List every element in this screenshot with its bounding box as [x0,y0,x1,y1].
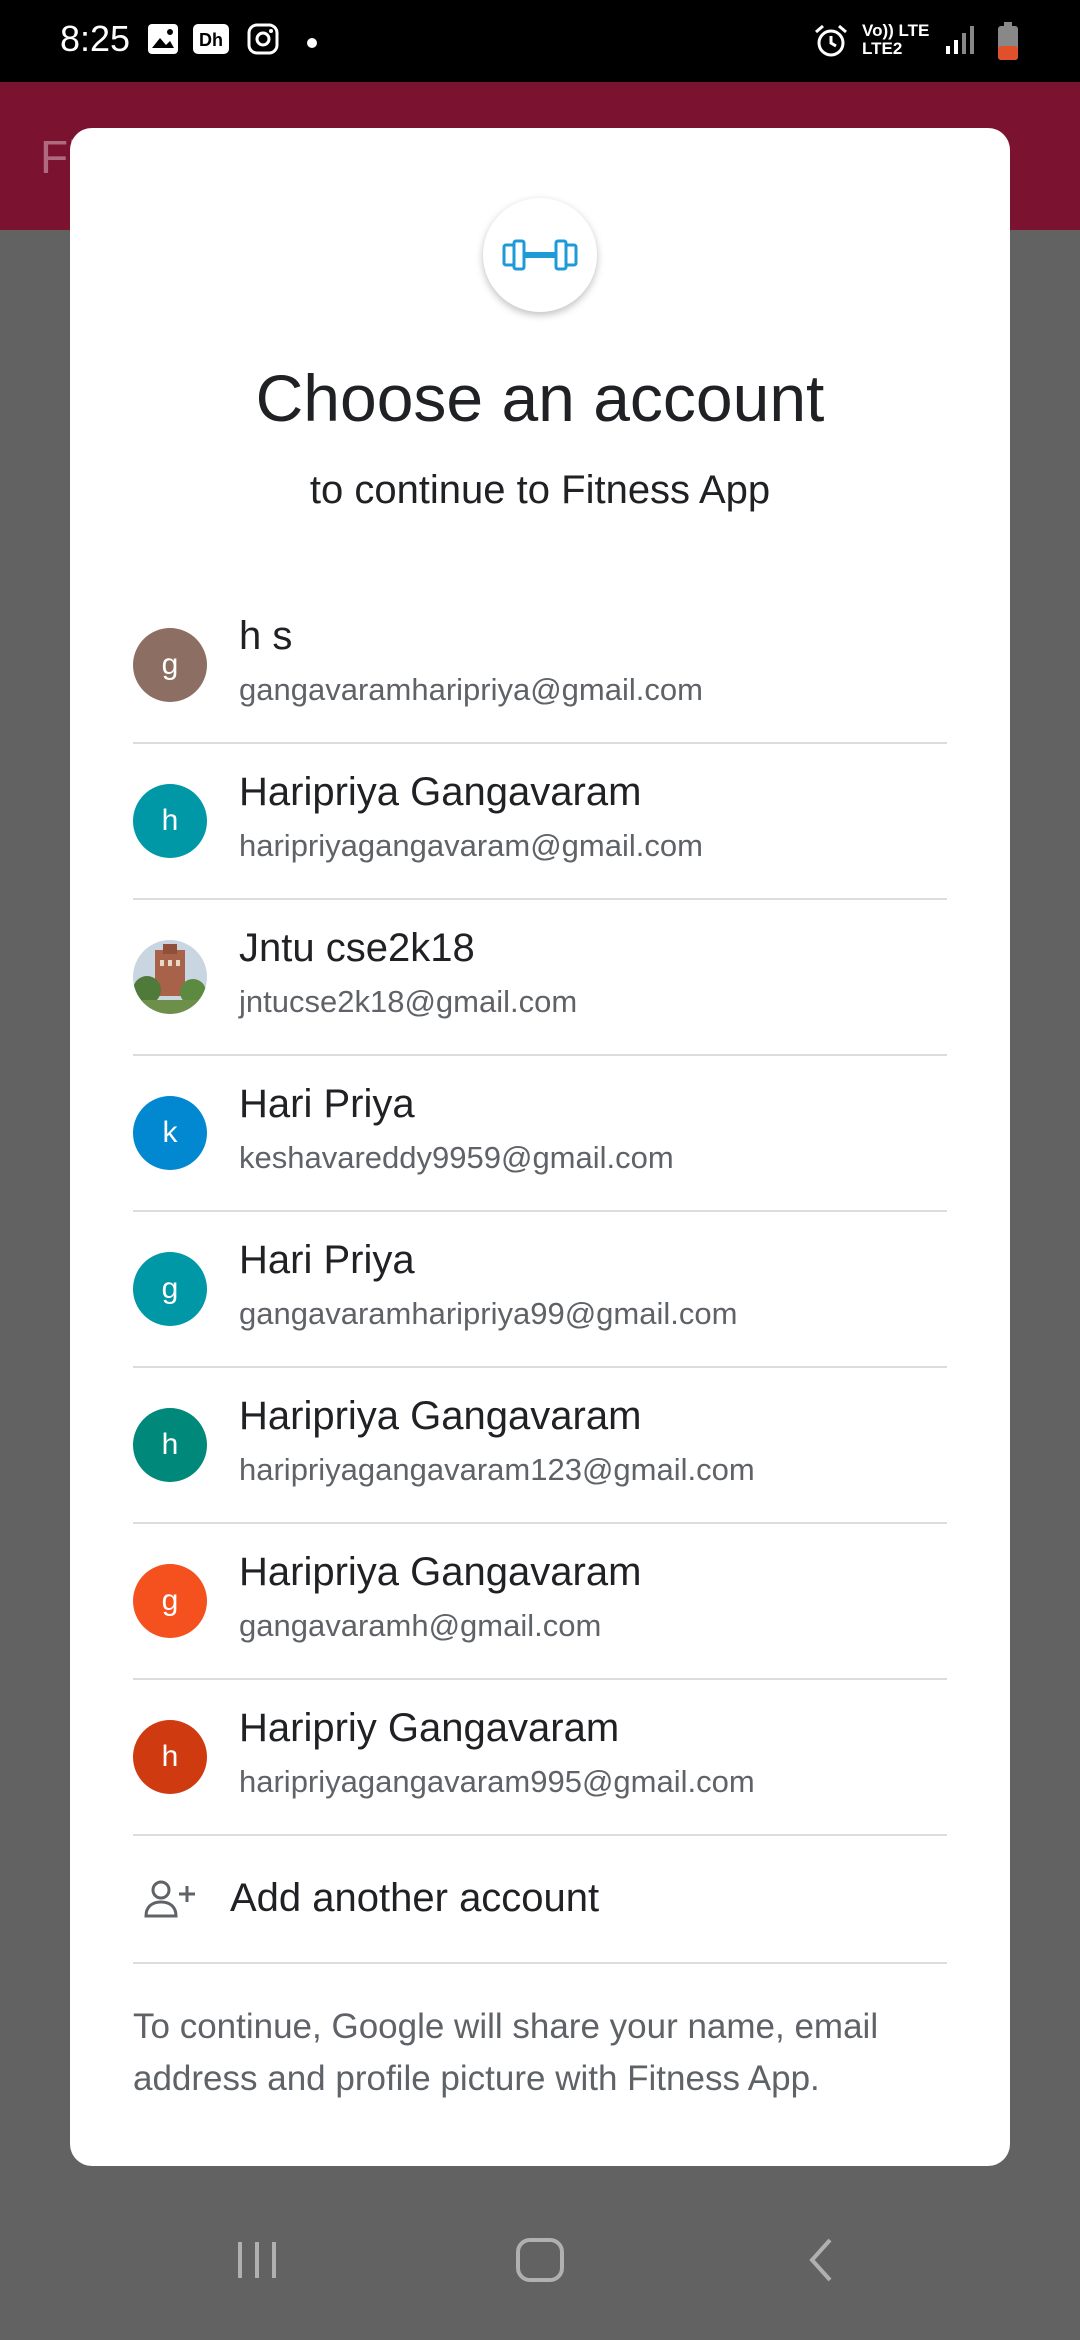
status-bar: 8:25 Dh Vo)) LTE LTE2 [0,0,1080,82]
add-account-label: Add another account [230,1876,600,1920]
account-name: Jntu cse2k18 [239,926,475,970]
footer-note: To continue, Google will share your name… [133,2007,879,2098]
dh-app-icon: Dh [192,22,230,61]
avatar: g [133,628,207,702]
account-email: keshavareddy9959@gmail.com [239,1140,674,1175]
account-list: g h s gangavaramharipriya@gmail.com h Ha… [133,588,947,1964]
battery-icon [996,22,1020,67]
account-name: Haripriya Gangavaram [239,1394,642,1438]
instagram-icon [246,22,280,61]
avatar-initial: g [161,648,179,681]
alarm-icon [812,22,850,65]
network-top-label: Vo)) LTE [862,21,930,40]
back-button[interactable] [800,2230,840,2295]
account-email: haripriyagangavaram995@gmail.com [239,1764,755,1799]
account-email: haripriyagangavaram@gmail.com [239,828,703,863]
home-icon [516,2238,564,2282]
back-icon [809,2238,832,2282]
avatar-initial: h [161,1428,179,1461]
account-row[interactable]: h Haripriya Gangavaram haripriyagangavar… [133,1368,947,1524]
avatar-initial: h [161,804,179,837]
account-row[interactable]: g Haripriya Gangavaram gangavaramh@gmail… [133,1524,947,1680]
account-email: gangavaramharipriya99@gmail.com [239,1296,738,1331]
account-row[interactable]: h Haripriy Gangavaram haripriyagangavara… [133,1680,947,1836]
avatar-initial: g [161,1584,179,1617]
account-chooser-dialog: Choose an account to continue to Fitness… [70,128,1010,2166]
volte-lte-icon: Vo)) LTE LTE2 [862,22,942,58]
account-email: gangavaramh@gmail.com [239,1608,602,1643]
network-bottom-label: LTE2 [862,39,903,58]
add-person-icon [143,1878,197,1927]
account-row[interactable]: h Haripriya Gangavaram haripriyagangavar… [133,744,947,900]
fitness-app-logo [483,198,597,312]
avatar: g [133,1252,207,1326]
gallery-icon [146,22,180,61]
dialog-subtitle: to continue to Fitness App [309,468,771,512]
account-name: Haripriya Gangavaram [239,1550,642,1594]
recents-icon [238,2242,276,2278]
account-row[interactable]: k Hari Priya keshavareddy9959@gmail.com [133,1056,947,1212]
account-row[interactable]: g h s gangavaramharipriya@gmail.com [133,588,947,744]
avatar-initial: g [161,1272,179,1305]
account-email: jntucse2k18@gmail.com [239,984,578,1019]
account-email: haripriyagangavaram123@gmail.com [239,1452,755,1487]
account-name: Haripriya Gangavaram [239,770,642,814]
account-name: h s [239,614,293,658]
account-name: Hari Priya [239,1082,415,1126]
home-button[interactable] [510,2230,570,2295]
account-name: Hari Priya [239,1238,415,1282]
account-row[interactable]: g Hari Priya gangavaramharipriya99@gmail… [133,1212,947,1368]
add-account-button[interactable]: Add another account [133,1836,947,1964]
dot-icon [306,36,318,54]
status-time: 8:25 [60,18,131,59]
avatar: k [133,1096,207,1170]
navigation-bar [0,2190,1080,2340]
avatar: h [133,784,207,858]
avatar-initial: h [161,1740,179,1773]
avatar-initial: k [162,1116,178,1149]
avatar: g [133,1564,207,1638]
signal-icon [944,22,978,61]
avatar: h [133,1720,207,1794]
avatar: h [133,1408,207,1482]
avatar-photo [133,940,207,1014]
account-name: Haripriy Gangavaram [239,1706,620,1750]
account-email: gangavaramharipriya@gmail.com [239,672,703,707]
dialog-title: Choose an account [255,361,825,435]
dumbbell-icon [502,239,578,271]
account-row[interactable]: Jntu cse2k18 jntucse2k18@gmail.com [133,900,947,1056]
recents-button[interactable] [232,2230,282,2295]
svg-text:Dh: Dh [199,30,223,50]
